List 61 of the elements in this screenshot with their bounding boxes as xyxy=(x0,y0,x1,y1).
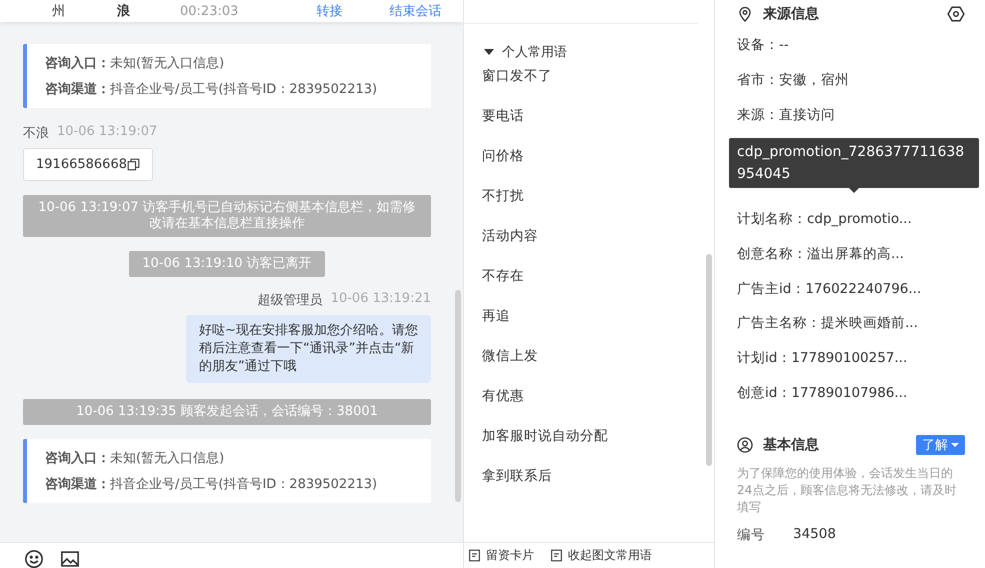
info-line: 咨询入口：未知(暂无入口信息) xyxy=(45,54,226,72)
info-row-text: 省市：安徽，宿州 xyxy=(737,70,850,90)
info-line: 咨询渠道：抖音企业号/员工号(抖音号ID：2839502213) xyxy=(45,476,378,493)
tooltip: cdp_promotion_7286377711638954045 xyxy=(729,138,979,188)
info-row-text: 创意名称：溢出屏幕的高... xyxy=(737,244,905,264)
sender-name: 超级管理员 xyxy=(258,292,323,309)
message-bubble: 好哒~现在安排客服加您介绍哈。请您稍后注意查看一下“通讯录”并点击“新的朋友”通过下哦 xyxy=(186,315,431,383)
phrase-group-title: 个人常用语 xyxy=(502,44,567,61)
message-time: 10-06 13:19:07 xyxy=(57,124,158,141)
phrase-item[interactable]: 活动内容 xyxy=(482,227,714,267)
image-icon[interactable] xyxy=(60,549,80,568)
copy-icon[interactable] xyxy=(126,158,140,171)
phrase-item[interactable]: 拿到联系后 xyxy=(482,467,714,507)
scrollbar[interactable] xyxy=(455,290,461,502)
visitor-location: 州 xyxy=(52,3,65,20)
toolbar-button[interactable]: 收起图文常用语 xyxy=(550,547,652,564)
info-row-text: 广告主名称：提米映画婚前... xyxy=(737,314,919,334)
info-row-text: 设备：-- xyxy=(737,36,790,55)
section-title: 来源信息 xyxy=(763,5,820,23)
system-message: 10-06 13:19:35 顾客发起会话，会话编号：38001 xyxy=(23,399,431,425)
notice-text: 为了保障您的使用体验，会话发生当日的24点之后，顾客信息将无法修改，请及时填写 xyxy=(737,464,958,516)
phrase-item[interactable]: 再追 xyxy=(482,307,714,347)
phrase-item[interactable]: 不存在 xyxy=(482,267,714,307)
phrase-item[interactable]: 有优惠 xyxy=(482,387,714,427)
phrase-group-header[interactable]: 个人常用语 xyxy=(464,24,714,61)
info-row-text: 来源：直接访问 xyxy=(737,106,836,125)
system-message: 10-06 13:19:07 访客手机号已自动标记右侧基本信息栏，如需修改请在基本信息栏直接操作 xyxy=(23,195,431,237)
info-row-text: 广告主id：176022240796... xyxy=(737,280,922,299)
tooltip-arrow xyxy=(849,188,859,194)
header-action-link[interactable]: 转接 xyxy=(316,2,342,20)
toolbar-button[interactable]: 留资卡片 xyxy=(468,547,534,564)
document-icon xyxy=(550,549,563,562)
phrase-item[interactable]: 微信上发 xyxy=(482,347,714,387)
session-duration: 00:23:03 xyxy=(180,4,238,18)
visitor-name: 浪 xyxy=(117,2,130,20)
info-row-text: 创意id：177890107986... xyxy=(737,384,908,403)
field-label: 编号 xyxy=(737,526,766,544)
location-pin-icon xyxy=(737,6,753,22)
info-line: 咨询入口：未知(暂无入口信息) xyxy=(45,450,226,467)
phrase-item[interactable]: 要电话 xyxy=(482,107,714,147)
phone-number: 19166586668 xyxy=(36,157,127,172)
info-line: 咨询渠道：抖音企业号/员工号(抖音号ID：2839502213) xyxy=(45,80,378,98)
info-row-text: 计划名称：cdp_promotio... xyxy=(737,210,913,229)
section-title: 基本信息 xyxy=(763,436,820,454)
phrase-item[interactable]: 加客服时说自动分配 xyxy=(482,427,714,467)
system-message: 10-06 13:19:10 访客已离开 xyxy=(129,251,325,277)
scrollbar[interactable] xyxy=(706,254,712,466)
field-value: 34508 xyxy=(793,526,836,544)
user-circle-icon xyxy=(737,436,753,453)
message-time: 10-06 13:19:21 xyxy=(330,291,431,308)
learn-more-button[interactable]: 了解 xyxy=(916,434,965,455)
smiley-icon[interactable] xyxy=(24,549,44,568)
info-row-text: 计划id：177890100257... xyxy=(737,349,908,368)
hexagon-settings-icon[interactable] xyxy=(947,5,965,23)
phrase-item[interactable]: 不打扰 xyxy=(482,187,714,227)
phrase-item[interactable]: 问价格 xyxy=(482,147,714,187)
caret-icon xyxy=(951,442,959,448)
phrase-item[interactable]: 窗口发不了 xyxy=(482,67,714,107)
sender-name: 不浪 xyxy=(23,125,49,142)
document-icon xyxy=(468,549,481,562)
header-action-link[interactable]: 结束会话 xyxy=(389,2,442,20)
